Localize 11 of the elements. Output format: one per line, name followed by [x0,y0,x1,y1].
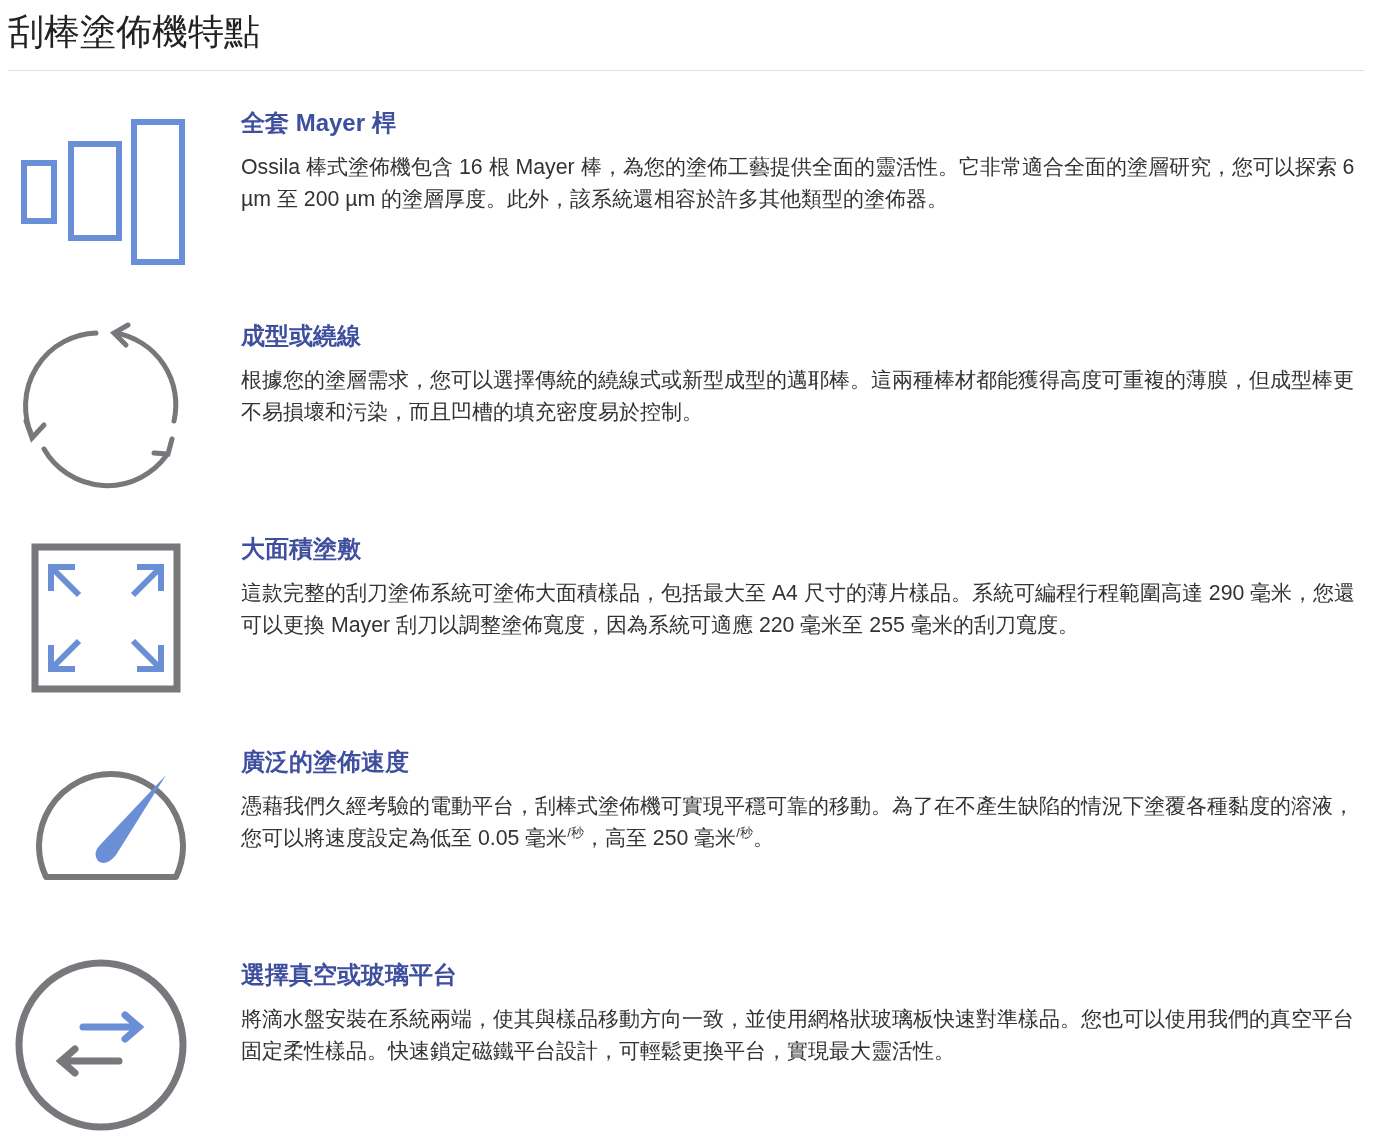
feature-description: 憑藉我們久經考驗的電動平台，刮棒式塗佈機可實現平穩可靠的移動。為了在不產生缺陷的情況下塗覆各種黏度的溶液，您可以將速度設定為低至 0.05 毫米$^{/秒}$，高至 250 毫米$^{/秒}$。 [241,793,1355,852]
feature-description: Ossila 棒式塗佈機包含 16 根 Mayer 棒，為您的塗佈工藝提供全面的靈活性。它非常適合全面的塗層研究，您可以探索 6 µm 至 200 µm 的塗層厚度。此外，該系統還相容於許多其他類型的塗佈器。 [241,154,1356,213]
feature-heading: 全套 Mayer 桿 [241,108,397,138]
feature-heading: 大面積塗敷 [241,534,362,564]
feature-heading: 選擇真空或玻璃平台 [241,960,458,990]
feature-description: 根據您的塗層需求，您可以選擇傳統的繞線式或新型成型的邁耶棒。這兩種棒材都能獲得高度可重複的薄膜，但成型棒更不易損壞和污染，而且凹槽的填充密度易於控制。 [241,367,1355,426]
feature-heading: 廣泛的塗佈速度 [241,747,410,777]
feature-heading: 成型或繞線 [241,321,362,351]
feature-description: 這款完整的刮刀塗佈系統可塗佈大面積樣品，包括最大至 A4 尺寸的薄片樣品。系統可編程行程範圍高達 290 毫米，您還可以更換 Mayer 刮刀以調整塗佈寬度，因為系統可適應 220 毫米至 255 毫米的刮刀寬度。 [241,580,1357,639]
page-title: 刮棒塗佈機特點 [8,8,1364,71]
feature-description: 將滴水盤安裝在系統兩端，使其與樣品移動方向一致，並使用網格狀玻璃板快速對準樣品。您也可以使用我們的真空平台固定柔性樣品。快速鎖定磁鐵平台設計，可輕鬆更換平台，實現最大靈活性。 [241,1006,1355,1065]
